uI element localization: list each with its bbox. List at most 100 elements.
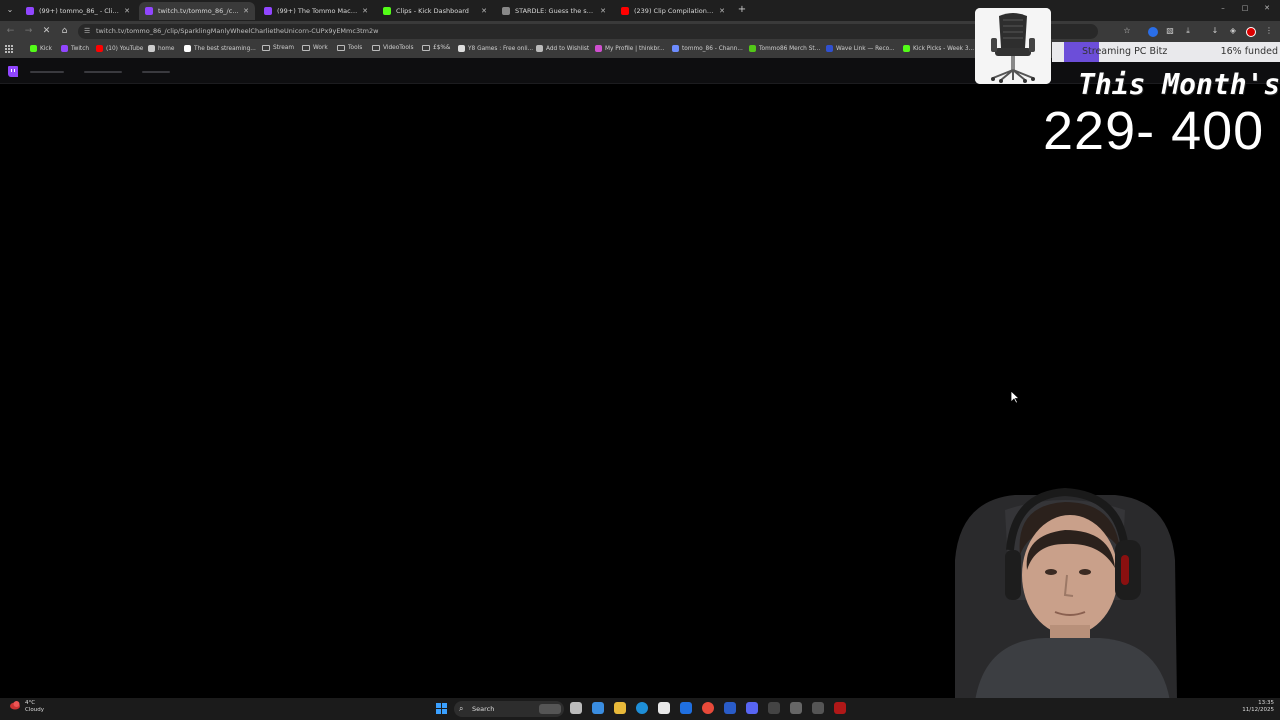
bookmark-item[interactable]: (10) YouTube [96, 45, 143, 52]
bookmark-favicon-icon [672, 45, 679, 52]
mail-icon[interactable] [680, 702, 692, 714]
maximize-icon[interactable]: □ [1238, 4, 1252, 12]
bookmark-label: Kick Picks - Week 3... [913, 45, 975, 52]
bookmark-item[interactable]: Tommo86 Merch St... [749, 45, 820, 52]
profile-avatar[interactable] [1246, 27, 1256, 37]
app-icon[interactable] [812, 702, 824, 714]
bookmark-label: Tommo86 Merch St... [759, 45, 821, 52]
bookmark-favicon-icon [458, 45, 465, 52]
folder-icon [372, 45, 380, 51]
system-clock[interactable]: 13:35 11/12/2025 [1242, 700, 1274, 714]
bookmark-folder[interactable]: VideoTools [372, 45, 414, 51]
browser-tab[interactable]: (99+) The Tommo Macarena - T ✕ [258, 2, 374, 20]
home-icon[interactable]: ⌂ [58, 25, 71, 38]
tab-search-chevron-icon[interactable]: ⌄ [3, 3, 17, 17]
discord-icon[interactable] [746, 702, 758, 714]
browser-tab[interactable]: twitch.tv/tommo_86_/clip/Spar ✕ [139, 2, 255, 20]
bookmark-favicon-icon [826, 45, 833, 52]
app-icon[interactable] [834, 702, 846, 714]
taskbar-search-box[interactable]: ⌕ Search [454, 701, 564, 717]
weather-widget[interactable]: 4°C Cloudy [10, 700, 44, 714]
bookmark-item[interactable]: My Profile | thinkbr... [595, 45, 665, 52]
app-icon[interactable] [768, 702, 780, 714]
gaming-chair-image [975, 8, 1051, 84]
menu-kebab-icon[interactable]: ⋮ [1263, 26, 1275, 35]
copilot-icon[interactable] [592, 702, 604, 714]
monthly-count: 229- 400 [1043, 101, 1265, 161]
bookmark-folder[interactable]: £$%& [422, 45, 450, 51]
task-view-icon[interactable] [570, 702, 582, 714]
tab-close-icon[interactable]: ✕ [124, 7, 130, 15]
extension-icon[interactable] [1148, 27, 1158, 37]
bookmark-folder[interactable]: Stream [262, 45, 294, 51]
bookmark-favicon-icon [903, 45, 910, 52]
taskbar-search-label: Search [472, 705, 495, 713]
tab-title: STARDLE: Guess the ship! [515, 7, 597, 15]
bookmark-item[interactable]: Y8 Games : Free onli... [458, 45, 533, 52]
downloads-arrow-icon[interactable]: ↓ [1209, 26, 1221, 35]
bookmark-folder[interactable]: Work [302, 45, 328, 51]
window-close-icon[interactable]: ✕ [1260, 4, 1274, 12]
bookmark-folder[interactable]: Tools [337, 45, 362, 51]
bookmark-label: tommo_86 - Chann... [682, 45, 743, 52]
folder-icon [302, 45, 310, 51]
tab-close-icon[interactable]: ✕ [243, 7, 249, 15]
search-highlight-image [539, 704, 561, 714]
nav-skeleton-placeholder [30, 71, 64, 73]
back-arrow-icon[interactable]: ← [4, 25, 17, 38]
site-info-icon[interactable]: ☰ [84, 24, 90, 39]
tab-favicon-icon [502, 7, 510, 15]
bookmark-item[interactable]: tommo_86 - Chann... [672, 45, 743, 52]
browser-tab[interactable]: STARDLE: Guess the ship! ✕ [496, 2, 612, 20]
url-text: twitch.tv/tommo_86_/clip/SparklingManlyW… [96, 27, 379, 35]
windows-start-icon[interactable] [436, 703, 447, 714]
bookmark-item[interactable]: Kick [30, 45, 52, 52]
tab-close-icon[interactable]: ✕ [362, 7, 368, 15]
app-icon[interactable] [790, 702, 802, 714]
search-icon: ⌕ [459, 704, 464, 713]
folder-icon [422, 45, 430, 51]
twitch-logo-icon[interactable] [8, 66, 18, 77]
chrome-browser-icon[interactable] [702, 702, 714, 714]
tab-favicon-icon [621, 7, 629, 15]
bookmark-item[interactable]: Wave Link — Reco... [826, 45, 895, 52]
browser-tab[interactable]: (239) Clip Compilation: Episod✕ [615, 2, 731, 20]
browser-tab[interactable]: (99+) tommo_86_ - Clips Mana ✕ [20, 2, 136, 20]
bookmark-favicon-icon [61, 45, 68, 52]
webcam-feed [915, 480, 1215, 701]
stop-loading-icon[interactable]: ✕ [40, 25, 53, 38]
app-icon[interactable] [724, 702, 736, 714]
tab-close-icon[interactable]: ✕ [719, 7, 725, 15]
bookmark-item[interactable]: Add to Wishlist [536, 45, 589, 52]
weather-temperature: 4°C [25, 700, 36, 706]
bookmark-star-icon[interactable]: ☆ [1121, 26, 1133, 35]
bookmark-item[interactable]: The best streaming... [184, 45, 256, 52]
bookmark-label: Stream [273, 45, 294, 51]
shield-icon[interactable]: ◈ [1227, 26, 1239, 35]
apps-grid-icon[interactable] [5, 45, 14, 54]
bookmark-item[interactable]: home [148, 45, 174, 52]
edge-browser-icon[interactable] [636, 702, 648, 714]
bookmark-item[interactable]: Kick Picks - Week 3... [903, 45, 974, 52]
file-explorer-icon[interactable] [614, 702, 626, 714]
store-icon[interactable] [658, 702, 670, 714]
extension-puzzle-icon[interactable]: ▧ [1164, 26, 1176, 35]
forward-arrow-icon[interactable]: → [22, 25, 35, 38]
funding-goal-title: Streaming PC Bitz [1082, 46, 1168, 57]
browser-tab[interactable]: Clips - Kick Dashboard ✕ [377, 2, 493, 20]
bookmark-label: Kick [40, 45, 52, 52]
bookmark-favicon-icon [30, 45, 37, 52]
tab-close-icon[interactable]: ✕ [481, 7, 487, 15]
minimize-icon[interactable]: – [1216, 4, 1230, 12]
downloads-icon[interactable]: ⤓ [1182, 26, 1194, 36]
tab-title: (99+) tommo_86_ - Clips Mana [39, 7, 120, 15]
bookmark-item[interactable]: Twitch [61, 45, 89, 52]
tab-close-icon[interactable]: ✕ [600, 7, 606, 15]
folder-icon [262, 45, 270, 51]
bookmark-favicon-icon [536, 45, 543, 52]
new-tab-plus-icon[interactable]: + [736, 4, 748, 16]
bookmark-label: home [158, 45, 175, 52]
bookmark-label: VideoTools [383, 45, 414, 51]
address-bar[interactable]: ☰ twitch.tv/tommo_86_/clip/SparklingManl… [78, 24, 1098, 39]
clock-date: 11/12/2025 [1242, 707, 1274, 713]
